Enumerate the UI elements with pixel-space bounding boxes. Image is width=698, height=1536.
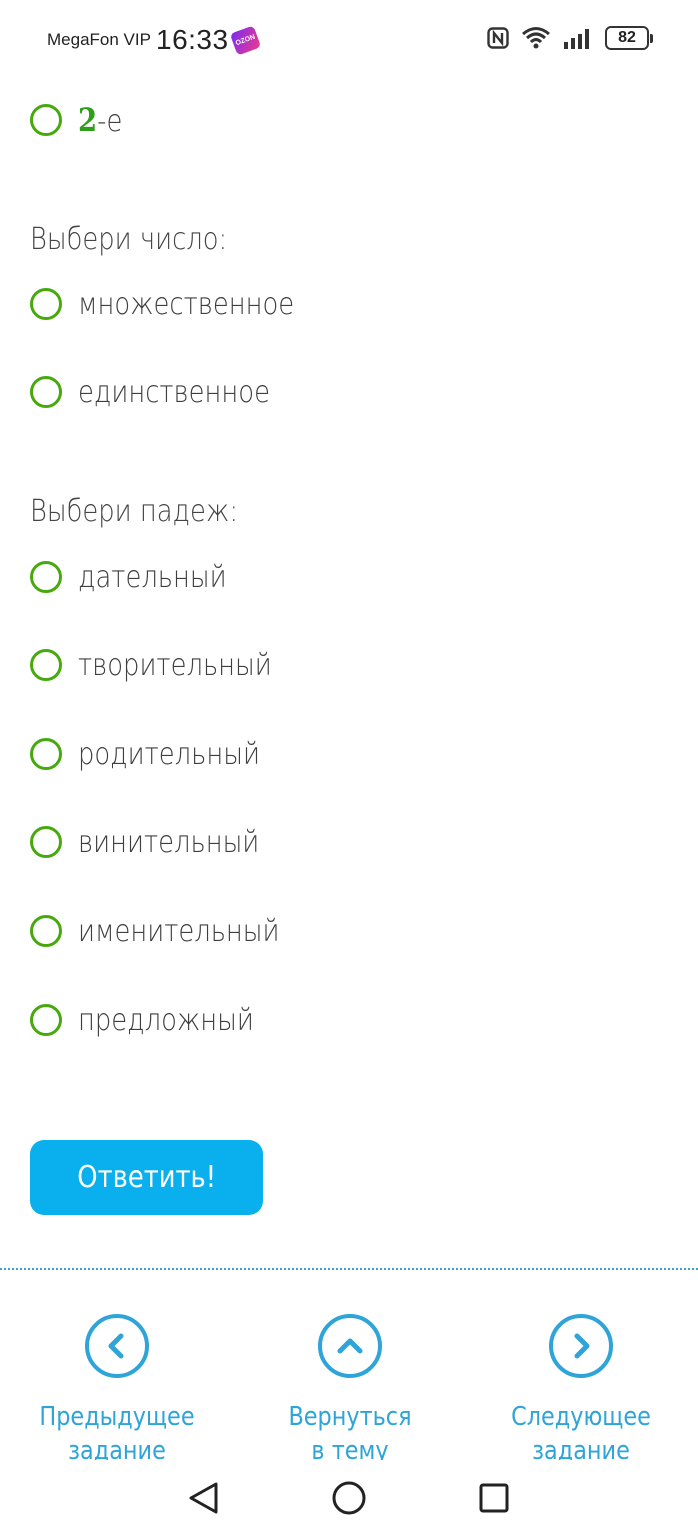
recents-square-icon[interactable] bbox=[477, 1480, 511, 1516]
option-label: творительный bbox=[78, 647, 272, 683]
question-case-title: Выбери падеж: bbox=[30, 494, 239, 529]
next-task-label[interactable]: Следующее задание bbox=[495, 1400, 667, 1462]
ozon-app-icon: OZON bbox=[229, 25, 262, 56]
answer-button[interactable]: Ответить! bbox=[30, 1140, 263, 1215]
option-case-genitive[interactable]: родительный bbox=[30, 732, 290, 776]
option-case-accusative[interactable]: винительный bbox=[30, 820, 289, 864]
option-case-dative[interactable]: дательный bbox=[30, 555, 251, 599]
radio-button[interactable] bbox=[30, 915, 62, 947]
prev-task-label[interactable]: Предыдущее задание bbox=[31, 1400, 203, 1462]
radio-button[interactable] bbox=[30, 104, 62, 136]
radio-button[interactable] bbox=[30, 649, 62, 681]
radio-button[interactable] bbox=[30, 826, 62, 858]
back-to-topic-link[interactable]: Вернуться в тему bbox=[250, 1314, 450, 1462]
next-task-link[interactable]: Следующее задание bbox=[481, 1314, 681, 1462]
nfc-icon bbox=[487, 27, 509, 49]
wifi-icon bbox=[522, 27, 550, 49]
option-case-prepositional[interactable]: предложный bbox=[30, 998, 283, 1042]
clock: 16:33 bbox=[156, 24, 229, 55]
question-number-title: Выбери число: bbox=[30, 222, 228, 257]
carrier-label: MegaFon VIP bbox=[47, 30, 151, 49]
home-circle-icon[interactable] bbox=[331, 1480, 367, 1516]
chevron-right-icon[interactable] bbox=[549, 1314, 613, 1378]
back-triangle-icon[interactable] bbox=[187, 1480, 221, 1516]
radio-button[interactable] bbox=[30, 1004, 62, 1036]
chevron-left-icon[interactable] bbox=[85, 1314, 149, 1378]
option-number-singular[interactable]: единственное bbox=[30, 370, 301, 414]
status-icons: 82 bbox=[487, 26, 653, 50]
signal-icon bbox=[564, 29, 589, 49]
option-case-instrumental[interactable]: творительный bbox=[30, 643, 303, 687]
answer-button-label: Ответить! bbox=[77, 1160, 216, 1195]
option-label: 2-е bbox=[78, 101, 123, 139]
system-nav-bar bbox=[0, 1460, 698, 1536]
option-case-nominative[interactable]: именительный bbox=[30, 909, 312, 953]
option-label: винительный bbox=[78, 824, 260, 860]
back-to-topic-label[interactable]: Вернуться в тему bbox=[264, 1400, 436, 1462]
radio-button[interactable] bbox=[30, 738, 62, 770]
option-label: родительный bbox=[78, 736, 260, 772]
option-label: именительный bbox=[78, 913, 280, 949]
battery-level: 82 bbox=[605, 26, 649, 50]
prev-task-link[interactable]: Предыдущее задание bbox=[17, 1314, 217, 1462]
radio-button[interactable] bbox=[30, 376, 62, 408]
option-label: единственное bbox=[78, 374, 270, 410]
status-bar: MegaFon VIP 16:33 OZON 82 bbox=[0, 0, 698, 80]
option-number-plural[interactable]: множественное bbox=[30, 282, 329, 326]
radio-button[interactable] bbox=[30, 288, 62, 320]
option-label: дательный bbox=[78, 559, 227, 595]
divider bbox=[0, 1268, 698, 1270]
option-person-2[interactable]: 2-е bbox=[30, 98, 130, 142]
option-label: множественное bbox=[78, 286, 295, 322]
battery-indicator: 82 bbox=[605, 26, 653, 50]
battery-tip bbox=[650, 33, 653, 43]
chevron-up-icon[interactable] bbox=[318, 1314, 382, 1378]
option-label: предложный bbox=[78, 1002, 254, 1038]
radio-button[interactable] bbox=[30, 561, 62, 593]
